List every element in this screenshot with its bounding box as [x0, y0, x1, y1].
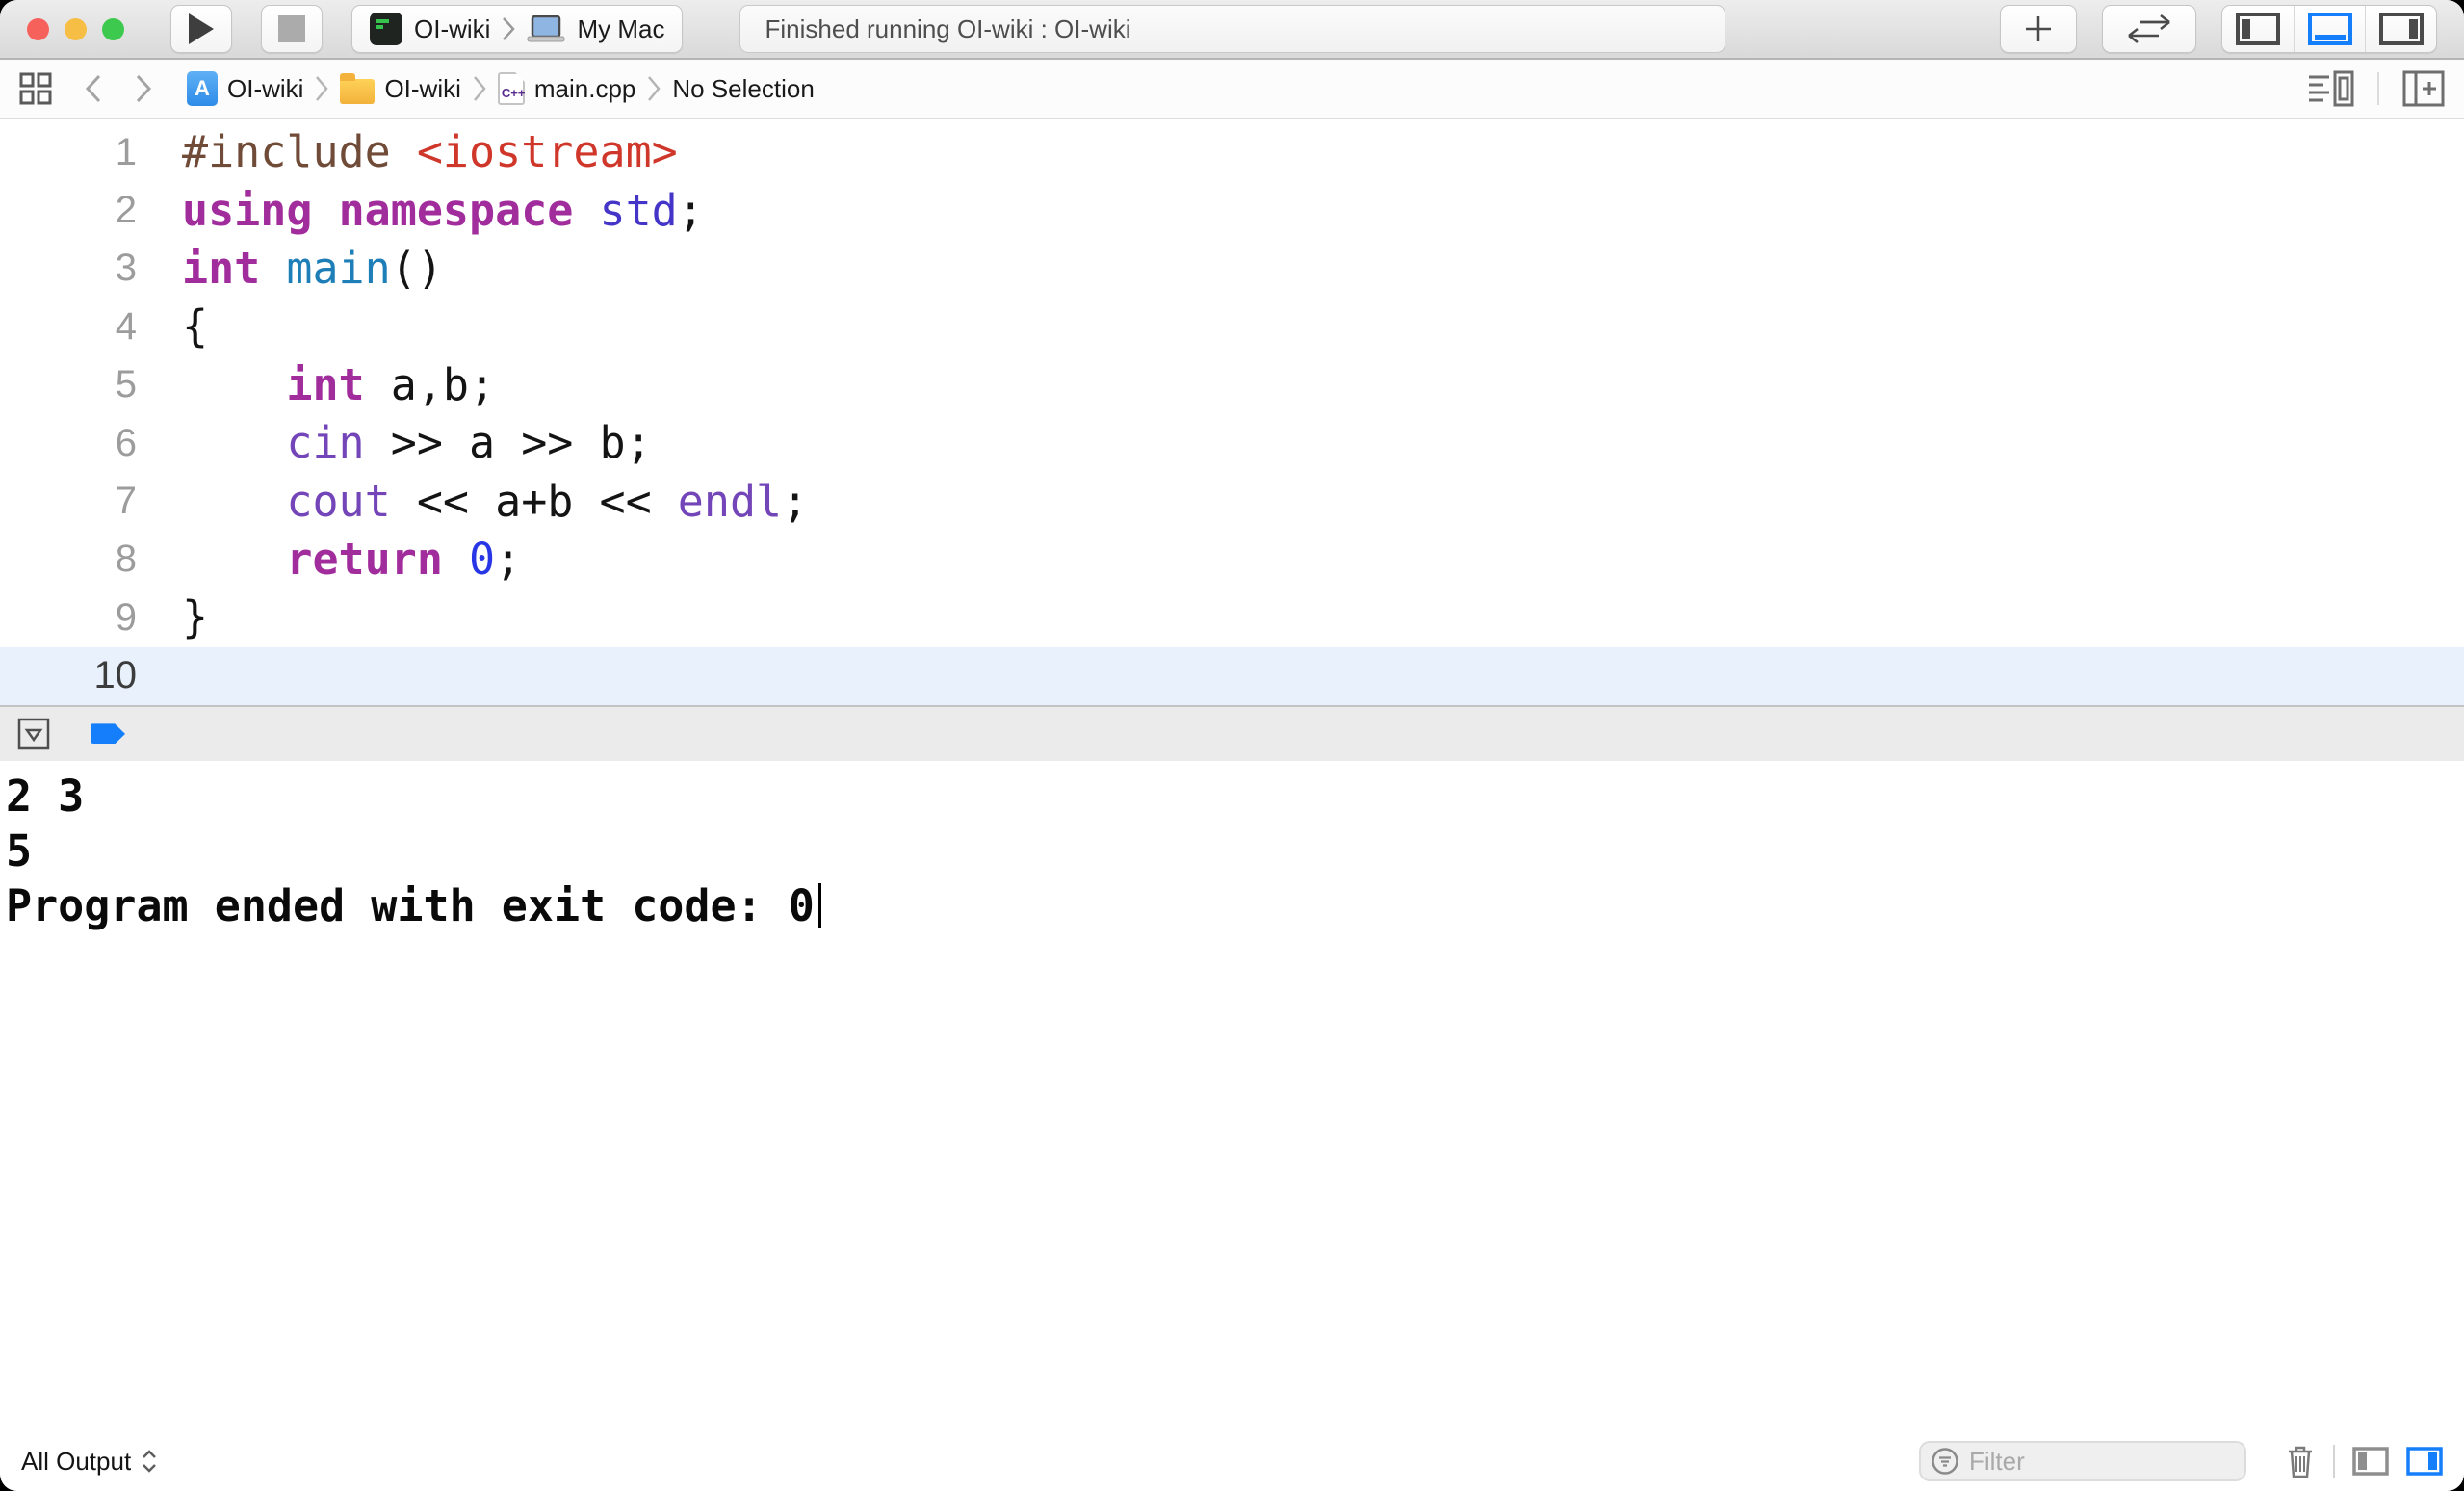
- run-button[interactable]: [170, 5, 232, 53]
- panel-toggles: [2221, 5, 2437, 53]
- line-number[interactable]: 7: [0, 480, 137, 523]
- breadcrumb-group[interactable]: OI-wiki: [340, 73, 460, 104]
- breadcrumb: A OI-wiki OI-wiki C++ main.cpp No Select: [187, 71, 815, 106]
- plus-icon: [2024, 14, 2053, 43]
- code-text: cin >> a >> b;: [137, 414, 652, 472]
- breadcrumb-file[interactable]: C++ main.cpp: [498, 72, 636, 105]
- play-icon: [187, 13, 216, 45]
- code-text: cout << a+b << endl;: [137, 473, 808, 531]
- inspector-panel-icon: [2379, 13, 2424, 45]
- xcode-window: OI-wiki My Mac Finished running OI-wiki …: [0, 0, 2464, 1491]
- chevron-separator-icon: [473, 75, 486, 102]
- scheme-target-icon: [370, 13, 402, 45]
- code-text: #include <iostream>: [137, 123, 678, 181]
- breadcrumb-project[interactable]: A OI-wiki: [187, 71, 303, 106]
- code-text: int main(): [137, 240, 443, 298]
- toggle-navigator-panel-button[interactable]: [2222, 5, 2294, 53]
- code-text: return 0;: [137, 531, 521, 589]
- status-text: Finished running OI-wiki : OI-wiki: [765, 14, 1131, 44]
- code-line[interactable]: 10: [0, 647, 2464, 705]
- line-number[interactable]: 4: [0, 305, 137, 349]
- line-number[interactable]: 1: [0, 131, 137, 174]
- toggle-inspector-panel-button[interactable]: [2365, 5, 2436, 53]
- editor-options-icon[interactable]: [2308, 69, 2354, 108]
- code-line[interactable]: 7 cout << a+b << endl;: [0, 472, 2464, 530]
- code-line[interactable]: 9}: [0, 589, 2464, 646]
- folder-icon: [340, 79, 375, 104]
- back-icon[interactable]: [85, 74, 102, 103]
- code-line[interactable]: 6 cin >> a >> b;: [0, 414, 2464, 472]
- activity-status-bar: Finished running OI-wiki : OI-wiki: [739, 5, 1725, 53]
- my-mac-icon: [527, 15, 565, 42]
- jump-bar: A OI-wiki OI-wiki C++ main.cpp No Select: [0, 60, 2464, 119]
- add-editor-icon[interactable]: [2402, 70, 2445, 107]
- chevron-separator-icon: [647, 75, 661, 102]
- console-view-toggle-icon[interactable]: [2406, 1447, 2443, 1476]
- minimize-window-button[interactable]: [65, 18, 87, 40]
- code-line[interactable]: 3int main(): [0, 240, 2464, 298]
- divider: [2377, 72, 2379, 105]
- zoom-window-button[interactable]: [102, 18, 124, 40]
- console-line: Program ended with exit code: 0: [6, 878, 2464, 933]
- text-cursor: [818, 883, 821, 928]
- code-line[interactable]: 4{: [0, 298, 2464, 355]
- line-number[interactable]: 10: [0, 654, 137, 697]
- scheme-target-label: OI-wiki: [414, 14, 490, 44]
- line-number[interactable]: 3: [0, 247, 137, 290]
- console-line: 2 3: [6, 769, 2464, 824]
- chevron-right-icon: [502, 16, 515, 41]
- forward-icon[interactable]: [135, 74, 152, 103]
- stop-icon: [278, 15, 305, 42]
- hide-debug-area-icon[interactable]: [17, 718, 50, 750]
- code-text: }: [137, 589, 208, 646]
- scheme-destination-label: My Mac: [577, 14, 664, 44]
- code-text: int a,b;: [137, 356, 495, 414]
- divider: [2333, 1445, 2335, 1478]
- code-line[interactable]: 1#include <iostream>: [0, 123, 2464, 181]
- traffic-lights: [27, 18, 124, 40]
- line-number[interactable]: 6: [0, 422, 137, 465]
- output-scope-popup[interactable]: All Output: [21, 1447, 158, 1477]
- trash-icon[interactable]: [2285, 1444, 2316, 1478]
- filter-icon: [1931, 1447, 1959, 1476]
- scheme-selector[interactable]: OI-wiki My Mac: [351, 5, 683, 53]
- breakpoints-toggle-icon[interactable]: [91, 723, 125, 744]
- updown-chevrons-icon: [141, 1449, 158, 1474]
- console-line: 5: [6, 824, 2464, 878]
- console-filter-field[interactable]: [1919, 1441, 2246, 1481]
- cpp-file-icon: C++: [498, 72, 525, 105]
- code-line[interactable]: 5 int a,b;: [0, 356, 2464, 414]
- filter-input[interactable]: [1969, 1447, 2200, 1477]
- code-text: {: [137, 298, 208, 355]
- line-number[interactable]: 9: [0, 596, 137, 640]
- code-line[interactable]: 2using namespace std;: [0, 181, 2464, 239]
- console-output: 2 35Program ended with exit code: 0: [0, 761, 2464, 933]
- line-number[interactable]: 2: [0, 189, 137, 232]
- code-text: using namespace std;: [137, 182, 704, 240]
- line-number[interactable]: 8: [0, 537, 137, 581]
- close-window-button[interactable]: [27, 18, 49, 40]
- breadcrumb-selection[interactable]: No Selection: [672, 74, 814, 104]
- source-editor[interactable]: 1#include <iostream>2using namespace std…: [0, 119, 2464, 705]
- library-add-button[interactable]: [2000, 5, 2077, 53]
- chevron-separator-icon: [315, 75, 328, 102]
- toggle-debug-area-button[interactable]: [2294, 5, 2365, 53]
- console-bottom-bar: All Output: [0, 1431, 2464, 1491]
- stop-button[interactable]: [261, 5, 323, 53]
- navigator-panel-icon: [2236, 13, 2280, 45]
- debug-bar: [0, 705, 2464, 761]
- related-items-icon[interactable]: [19, 72, 52, 105]
- output-scope-label: All Output: [21, 1447, 131, 1477]
- swap-arrows-icon: [2126, 14, 2172, 43]
- xcode-project-icon: A: [187, 71, 218, 106]
- code-lines: 1#include <iostream>2using namespace std…: [0, 123, 2464, 705]
- editor-mode-button[interactable]: [2102, 5, 2196, 53]
- line-number[interactable]: 5: [0, 363, 137, 406]
- debug-panel-icon: [2308, 13, 2352, 45]
- toolbar: OI-wiki My Mac Finished running OI-wiki …: [0, 0, 2464, 60]
- code-line[interactable]: 8 return 0;: [0, 531, 2464, 589]
- variables-view-toggle-icon[interactable]: [2352, 1447, 2389, 1476]
- debug-console[interactable]: 2 35Program ended with exit code: 0 All …: [0, 761, 2464, 1491]
